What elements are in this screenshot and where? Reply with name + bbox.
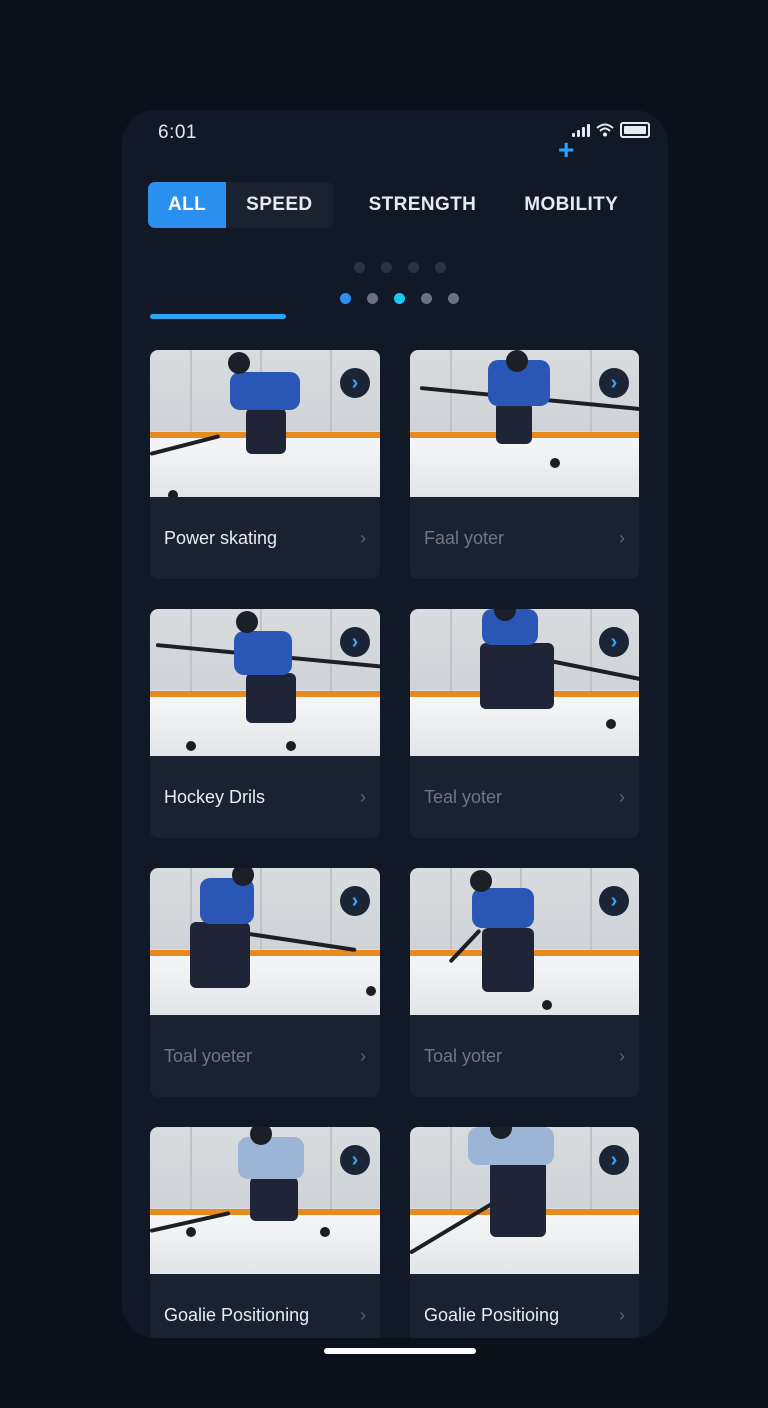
page-dot[interactable] <box>367 293 378 304</box>
card-title: Toal yoeter <box>164 1045 253 1066</box>
page-dots-secondary <box>354 262 446 273</box>
exercise-card[interactable]: › Hockey Drils › <box>150 609 380 838</box>
chevron-right-icon[interactable]: › <box>360 1305 366 1326</box>
chevron-right-icon[interactable]: › <box>599 886 629 916</box>
chevron-right-icon[interactable]: › <box>619 528 625 549</box>
exercise-thumbnail: › <box>150 1127 380 1274</box>
card-title: Power skating <box>164 527 278 548</box>
tab-mobility[interactable]: MOBILITY <box>500 182 642 228</box>
card-footer: Hockey Drils › <box>150 756 380 838</box>
exercise-thumbnail: › <box>150 868 380 1015</box>
battery-icon <box>620 122 650 138</box>
card-title: Hockey Drils <box>164 786 266 807</box>
card-footer: Goalie Positioing › <box>410 1274 639 1338</box>
page-dot <box>354 262 365 273</box>
card-footer: Faal yoter › <box>410 497 639 579</box>
chevron-right-icon[interactable]: › <box>599 627 629 657</box>
card-footer: Toal yoter › <box>410 1015 639 1097</box>
chevron-right-icon[interactable]: › <box>340 368 370 398</box>
card-footer: Toal yoeter › <box>150 1015 380 1097</box>
card-title: Goalie Positioing <box>424 1304 560 1325</box>
exercise-card[interactable]: › Faal yoter › <box>410 350 639 579</box>
page-dot[interactable] <box>421 293 432 304</box>
category-tabs: ALL SPEED STRENGTH MOBILITY <box>148 182 642 228</box>
exercise-thumbnail: › <box>410 868 639 1015</box>
tab-group: ALL SPEED <box>148 182 333 228</box>
exercise-card[interactable]: › Goalie Positioing › <box>410 1127 639 1338</box>
page-dot[interactable] <box>448 293 459 304</box>
page-dot <box>435 262 446 273</box>
signal-icon <box>572 123 590 137</box>
tab-strength[interactable]: STRENGTH <box>345 182 501 228</box>
chevron-right-icon[interactable]: › <box>619 1046 625 1067</box>
chevron-right-icon[interactable]: › <box>360 1046 366 1067</box>
page-dot-active[interactable] <box>394 293 405 304</box>
chevron-right-icon[interactable]: › <box>599 368 629 398</box>
chevron-right-icon[interactable]: › <box>619 1305 625 1326</box>
exercise-thumbnail: › <box>410 609 639 756</box>
chevron-right-icon[interactable]: › <box>360 787 366 808</box>
exercise-card[interactable]: › Power skating › <box>150 350 380 579</box>
plus-icon[interactable]: + <box>558 136 574 164</box>
home-indicator[interactable] <box>324 1348 476 1354</box>
card-title: Faal yoter <box>424 527 505 548</box>
status-time: 6:01 <box>158 122 197 143</box>
phone-screen: 6:01 + ALL SPEED STRENGTH MOBILITY › Pow… <box>122 110 668 1338</box>
tab-speed[interactable]: SPEED <box>226 182 332 228</box>
exercise-thumbnail: › <box>150 609 380 756</box>
card-footer: Teal yoter › <box>410 756 639 838</box>
card-footer: Power skating › <box>150 497 380 579</box>
active-tab-indicator <box>150 314 286 319</box>
card-title: Teal yoter <box>424 786 503 807</box>
card-title: Goalie Positioning <box>164 1304 310 1325</box>
chevron-right-icon[interactable]: › <box>619 787 625 808</box>
exercise-grid: › Power skating › › Faal yoter › › Hockey Drils… <box>150 350 639 1338</box>
exercise-card[interactable]: › Teal yoter › <box>410 609 639 838</box>
chevron-right-icon[interactable]: › <box>340 1145 370 1175</box>
exercise-card[interactable]: › Toal yoter › <box>410 868 639 1097</box>
exercise-thumbnail: › <box>410 1127 639 1274</box>
exercise-thumbnail: › <box>150 350 380 497</box>
exercise-card[interactable]: › Toal yoeter › <box>150 868 380 1097</box>
exercise-card[interactable]: › Goalie Positioning › <box>150 1127 380 1338</box>
page-dot <box>381 262 392 273</box>
chevron-right-icon[interactable]: › <box>340 886 370 916</box>
page-dot[interactable] <box>340 293 351 304</box>
card-footer: Goalie Positioning › <box>150 1274 380 1338</box>
chevron-right-icon[interactable]: › <box>360 528 366 549</box>
tab-all[interactable]: ALL <box>148 182 227 228</box>
page-dot <box>408 262 419 273</box>
page-dots <box>340 293 459 304</box>
chevron-right-icon[interactable]: › <box>340 627 370 657</box>
card-title: Toal yoter <box>424 1045 503 1066</box>
chevron-right-icon[interactable]: › <box>599 1145 629 1175</box>
status-icons <box>572 122 650 138</box>
exercise-thumbnail: › <box>410 350 639 497</box>
wifi-icon <box>596 123 614 137</box>
